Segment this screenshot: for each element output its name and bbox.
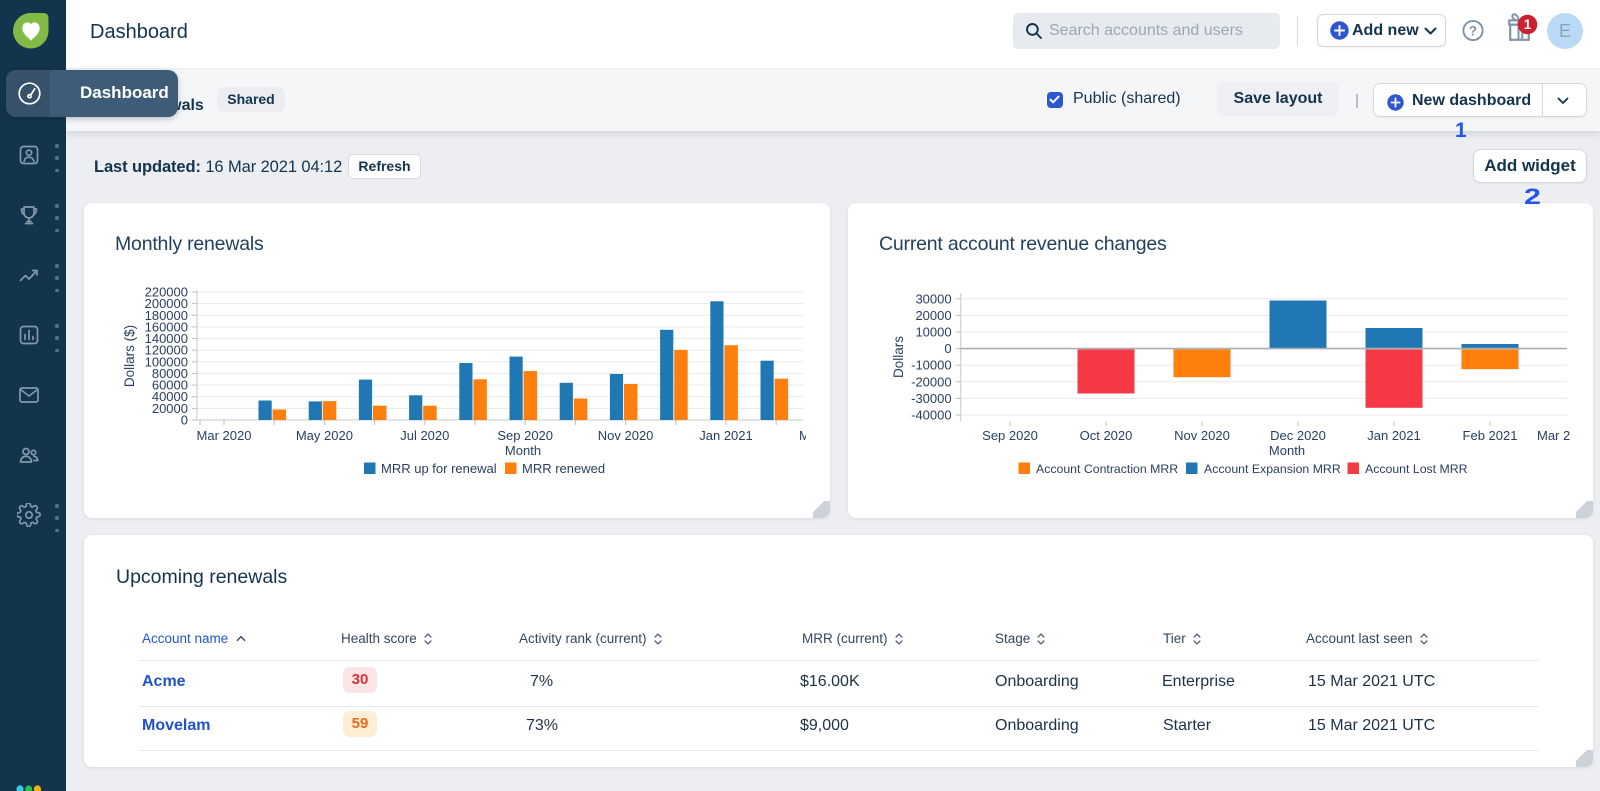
svg-text:Jan 2021: Jan 2021 <box>1367 428 1421 443</box>
svg-text:Month: Month <box>1269 443 1305 458</box>
svg-text:MRR renewed: MRR renewed <box>522 461 605 476</box>
svg-text:-10000: -10000 <box>911 358 951 373</box>
svg-text:Nov 2020: Nov 2020 <box>598 428 654 443</box>
svg-text:Dollars: Dollars <box>891 336 906 378</box>
svg-text:MRR up for renewal: MRR up for renewal <box>381 461 497 476</box>
svg-text:1: 1 <box>1524 17 1532 32</box>
svg-text:Dollars ($): Dollars ($) <box>122 325 137 387</box>
svg-text:Oct 2020: Oct 2020 <box>1080 428 1133 443</box>
svg-text:-40000: -40000 <box>911 408 951 423</box>
svg-text:?: ? <box>1469 23 1477 38</box>
svg-text:Nov 2020: Nov 2020 <box>1174 428 1230 443</box>
svg-text:-30000: -30000 <box>911 391 951 406</box>
svg-text:Account Lost MRR: Account Lost MRR <box>1365 462 1468 476</box>
svg-text:220000: 220000 <box>145 285 188 300</box>
svg-text:Month: Month <box>505 443 541 458</box>
svg-text:Dec 2020: Dec 2020 <box>1270 428 1326 443</box>
svg-text:Account Expansion MRR: Account Expansion MRR <box>1204 462 1341 476</box>
svg-text:30000: 30000 <box>915 291 951 306</box>
svg-text:20000: 20000 <box>915 308 951 323</box>
svg-text:May 2020: May 2020 <box>296 428 353 443</box>
svg-text:Sep 2020: Sep 2020 <box>982 428 1038 443</box>
svg-text:Jul 2020: Jul 2020 <box>400 428 449 443</box>
svg-text:Sep 2020: Sep 2020 <box>497 428 553 443</box>
svg-text:Jan 2021: Jan 2021 <box>699 428 753 443</box>
svg-text:Mar 2021: Mar 2021 <box>1537 428 1570 443</box>
svg-text:Mar 2021: Mar 2021 <box>799 428 806 443</box>
svg-text:0: 0 <box>944 341 951 356</box>
svg-text:Account Contraction MRR: Account Contraction MRR <box>1036 462 1178 476</box>
svg-text:Feb 2021: Feb 2021 <box>1463 428 1518 443</box>
svg-text:-20000: -20000 <box>911 374 951 389</box>
svg-text:10000: 10000 <box>915 325 951 340</box>
svg-text:Mar 2020: Mar 2020 <box>197 428 252 443</box>
